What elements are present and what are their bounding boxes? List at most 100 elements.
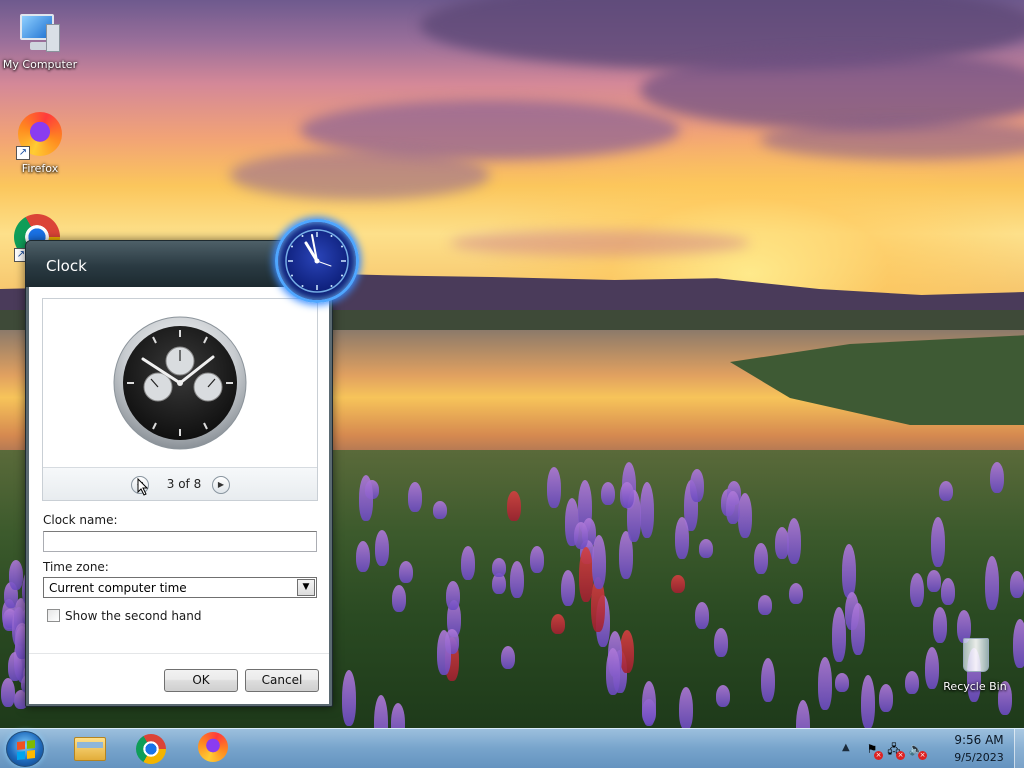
ok-button[interactable]: OK: [164, 669, 238, 692]
taskbar-windows-explorer[interactable]: [62, 731, 118, 767]
wallpaper-flower: [0, 677, 15, 707]
system-tray: ▲ ⚑ × 🖧 × 🔈 × 9:56 AM 9/5/2023: [834, 729, 1024, 768]
clock-name-input[interactable]: [43, 531, 317, 552]
mouse-pointer-icon: [137, 478, 149, 496]
clock-style-navigator: ◀ 3 of 8 ▶: [43, 467, 317, 500]
wallpaper-flower: [689, 468, 704, 502]
arrow-right-icon: ▶: [217, 480, 225, 489]
desktop-clock-gadget[interactable]: [275, 219, 359, 303]
wallpaper-cloud: [450, 230, 750, 256]
action-center-flag-icon[interactable]: ⚑ ×: [864, 741, 883, 760]
wallpaper-flower: [941, 577, 956, 605]
desktop-icon-label: My Computer: [2, 58, 78, 71]
taskbar-google-chrome[interactable]: [124, 731, 180, 767]
wallpaper-flower: [592, 534, 607, 589]
clock-settings-dialog: Clock 3 of 8 ▶ Clock name: Time zone: Cu…: [25, 240, 333, 707]
network-icon[interactable]: 🖧 ×: [886, 741, 905, 760]
wallpaper-flower: [716, 685, 731, 708]
windows-logo-icon: [17, 740, 35, 760]
recycle-bin-icon: [951, 630, 999, 678]
wallpaper-flower: [931, 517, 946, 567]
analog-clock-icon: [285, 229, 349, 293]
wallpaper-flower: [835, 672, 850, 692]
clock-face-preview: [43, 299, 317, 467]
wallpaper-flower: [879, 684, 894, 713]
wallpaper-flower: [574, 521, 589, 550]
clock-style-preview: ◀ 3 of 8 ▶: [42, 298, 318, 501]
wallpaper-flower: [579, 546, 594, 602]
wallpaper-flower: [641, 680, 656, 727]
computer-icon: [16, 8, 64, 56]
error-badge-icon: ×: [918, 751, 927, 760]
dialog-title: Clock: [46, 257, 87, 275]
wallpaper-flower: [358, 475, 373, 522]
chevron-down-icon[interactable]: ▼: [297, 579, 315, 596]
tray-clock-date[interactable]: 9/5/2023: [944, 751, 1014, 764]
wallpaper-flower: [392, 584, 407, 612]
wallpaper-flower: [761, 657, 776, 703]
wallpaper-flower: [550, 613, 565, 635]
wallpaper-flower: [1010, 571, 1024, 599]
wallpaper-flower: [432, 501, 447, 520]
wallpaper-flower: [620, 630, 635, 673]
clock-name-label: Clock name:: [43, 513, 118, 527]
wallpaper-flower: [738, 492, 753, 538]
dialog-client-area: ◀ 3 of 8 ▶ Clock name: Time zone: Curren…: [29, 287, 329, 704]
wallpaper-flower: [990, 461, 1005, 494]
wallpaper-flower: [842, 544, 857, 598]
wallpaper-flower: [461, 546, 476, 580]
desktop-icon-recycle-bin[interactable]: Recycle Bin: [935, 630, 1015, 693]
wallpaper-flower: [674, 517, 689, 560]
show-second-hand-checkbox[interactable]: [47, 609, 60, 622]
time-zone-label: Time zone:: [43, 560, 109, 574]
wallpaper-flower: [850, 602, 865, 656]
wallpaper-flower: [491, 557, 506, 577]
show-hidden-icons-button[interactable]: ▲: [842, 742, 850, 753]
desktop-icon-firefox[interactable]: ↗ Firefox: [0, 110, 80, 175]
wallpaper-flower: [910, 572, 925, 608]
wallpaper-flower: [506, 490, 521, 521]
wallpaper-flower: [904, 670, 919, 695]
firefox-icon: [198, 732, 228, 762]
wallpaper-flower: [546, 467, 561, 509]
wallpaper-flower: [437, 630, 452, 676]
time-zone-selected-value: Current computer time: [49, 581, 187, 595]
taskbar-firefox[interactable]: [186, 731, 242, 767]
cancel-button[interactable]: Cancel: [245, 669, 319, 692]
wallpaper-flower: [620, 481, 635, 508]
wallpaper-flower: [601, 481, 616, 506]
wallpaper-flower: [757, 595, 772, 616]
start-button[interactable]: [6, 731, 44, 767]
wallpaper-flower: [787, 518, 802, 565]
wallpaper-flower: [725, 490, 740, 524]
desktop-icon-label: Recycle Bin: [943, 680, 1007, 693]
folder-icon: [74, 737, 106, 761]
wallpaper-flower: [817, 656, 832, 710]
show-second-hand-label[interactable]: Show the second hand: [65, 609, 202, 623]
wallpaper-flower: [984, 555, 999, 610]
error-badge-icon: ×: [874, 751, 883, 760]
time-zone-select[interactable]: Current computer time ▼: [43, 577, 317, 598]
wallpaper-flower: [789, 582, 804, 605]
wallpaper-flower: [529, 546, 544, 574]
shortcut-arrow-icon: ↗: [16, 146, 30, 160]
wallpaper-flower: [698, 538, 713, 558]
wallpaper-flower: [500, 645, 515, 669]
wallpaper-flower: [8, 560, 23, 590]
chronograph-clock-icon: [113, 316, 247, 450]
taskbar: ▲ ⚑ × 🖧 × 🔈 × 9:56 AM 9/5/2023: [0, 728, 1024, 768]
wallpaper-flower: [606, 647, 621, 696]
chrome-icon: [136, 734, 166, 764]
wallpaper-flower: [714, 627, 729, 657]
wallpaper-flower: [754, 543, 769, 575]
wallpaper-cloud: [230, 150, 490, 200]
tray-clock-time[interactable]: 9:56 AM: [944, 733, 1014, 747]
wallpaper-flower: [356, 540, 371, 573]
desktop-icon-label: Firefox: [21, 162, 59, 175]
dialog-button-separator: [29, 653, 329, 654]
desktop-icon-my-computer[interactable]: My Computer: [0, 8, 80, 71]
wallpaper-flower: [342, 670, 357, 727]
show-desktop-button[interactable]: [1014, 729, 1024, 768]
next-clock-button[interactable]: ▶: [212, 476, 230, 494]
volume-icon[interactable]: 🔈 ×: [908, 741, 927, 760]
